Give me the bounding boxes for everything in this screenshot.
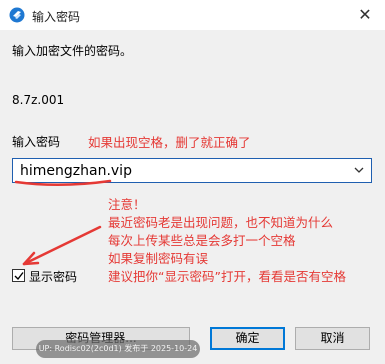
annotation-space-note: 如果出现空格，删了就正确了 xyxy=(88,135,251,150)
password-combobox[interactable]: himengzhan.vip xyxy=(12,158,372,183)
annotation-line: 如果复制密码有误 xyxy=(108,251,209,266)
annotation-notes: 注意！ 最近密码老是出现问题，也不知道为什么 每次上传某些总是会多打一个空格 如… xyxy=(108,196,346,286)
chevron-down-icon[interactable] xyxy=(353,162,365,178)
archive-filename: 8.7z.001 xyxy=(12,93,65,107)
annotation-line: 建议把你“显示密码”打开，看看是否有空格 xyxy=(108,269,346,284)
upload-watermark: UP: Rodisc02(2c0d1) 发布于 2025-10-24 xyxy=(36,340,200,358)
app-icon xyxy=(9,7,25,23)
show-password-checkbox[interactable] xyxy=(12,269,25,282)
password-label: 输入密码 xyxy=(12,135,61,149)
arrow-head xyxy=(22,251,40,266)
close-icon: ✕ xyxy=(358,5,372,24)
arrow-to-checkbox xyxy=(22,225,102,266)
annotation-line: 最近密码老是出现问题，也不知道为什么 xyxy=(108,215,334,230)
close-button[interactable]: ✕ xyxy=(345,0,385,30)
ok-button[interactable]: 确定 xyxy=(210,327,285,350)
window-title: 输入密码 xyxy=(32,10,81,24)
annotation-line: 注意！ xyxy=(108,197,146,212)
password-input[interactable]: himengzhan.vip xyxy=(20,163,132,179)
cancel-button[interactable]: 取消 xyxy=(295,327,370,350)
title-bar: 输入密码 ✕ xyxy=(0,0,385,30)
check-icon xyxy=(14,272,24,281)
prompt-text: 输入加密文件的密码。 xyxy=(12,44,133,58)
annotation-line: 每次上传某些总是会多打一个空格 xyxy=(108,233,296,248)
show-password-label: 显示密码 xyxy=(29,270,78,284)
